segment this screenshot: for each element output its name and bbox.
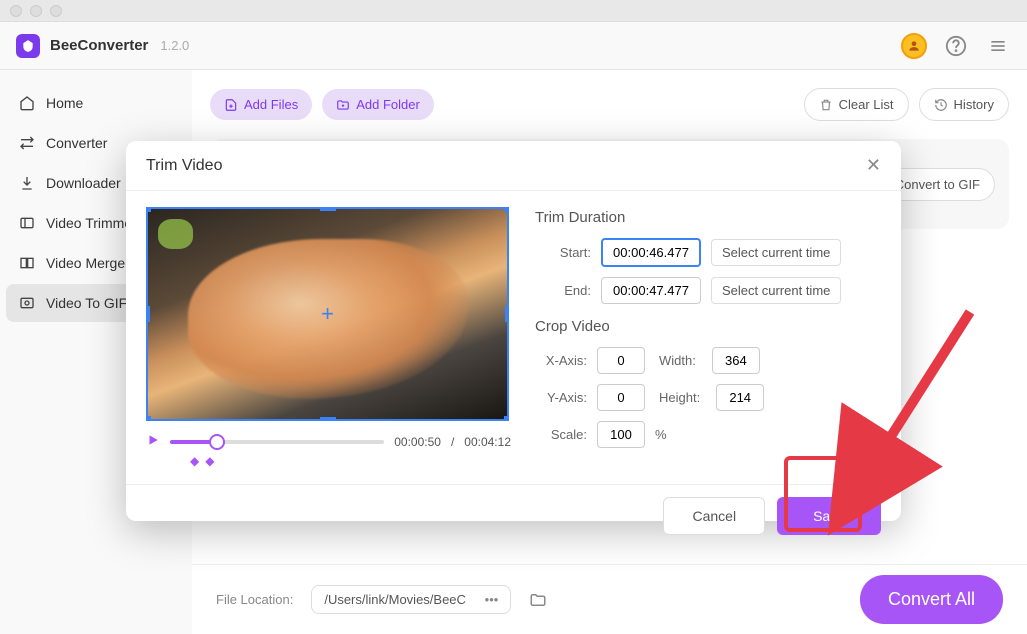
crop-handle-right[interactable] <box>505 306 509 322</box>
crop-handle-bottom[interactable] <box>320 417 336 421</box>
sidebar-label: Video Merger <box>46 255 130 271</box>
sidebar-label: Video To GIF <box>46 295 127 311</box>
start-time-input[interactable] <box>601 238 701 267</box>
video-crop-frame[interactable]: + <box>146 207 509 421</box>
clear-list-button[interactable]: Clear List <box>804 88 909 121</box>
percent-label: % <box>655 427 667 442</box>
total-time: 00:04:12 <box>464 435 511 449</box>
file-plus-icon <box>224 98 238 112</box>
trash-icon <box>819 98 833 112</box>
select-end-time-button[interactable]: Select current time <box>711 277 841 304</box>
crop-center-crosshair: + <box>318 304 338 324</box>
merger-icon <box>18 254 36 272</box>
help-icon[interactable] <box>943 33 969 59</box>
mac-titlebar <box>0 0 1027 22</box>
width-label: Width: <box>659 353 696 368</box>
start-label: Start: <box>535 245 591 260</box>
height-label: Height: <box>659 390 700 405</box>
maximize-window[interactable] <box>50 5 62 17</box>
close-modal-button[interactable]: ✕ <box>866 155 881 176</box>
minimize-window[interactable] <box>30 5 42 17</box>
cancel-button[interactable]: Cancel <box>663 497 765 535</box>
sidebar-label: Home <box>46 95 83 111</box>
app-version: 1.2.0 <box>160 38 189 53</box>
crop-handle-left[interactable] <box>146 306 150 322</box>
history-button[interactable]: History <box>919 88 1009 121</box>
trim-video-modal: Trim Video ✕ + <box>126 141 901 521</box>
sidebar-label: Converter <box>46 135 107 151</box>
add-folder-button[interactable]: Add Folder <box>322 89 434 120</box>
file-location-label: File Location: <box>216 592 293 607</box>
toolbar: Add Files Add Folder Clear List History <box>210 88 1009 121</box>
gif-icon <box>18 294 36 312</box>
trim-end-marker[interactable]: ◆ <box>205 454 214 468</box>
seek-handle[interactable] <box>209 434 225 450</box>
more-icon[interactable]: ••• <box>485 592 499 607</box>
seek-bar[interactable] <box>170 440 384 444</box>
crop-handle-top[interactable] <box>320 207 336 211</box>
x-axis-input[interactable] <box>597 347 645 374</box>
convert-all-button[interactable]: Convert All <box>860 575 1003 624</box>
scale-label: Scale: <box>535 427 587 442</box>
app-header: BeeConverter 1.2.0 <box>0 22 1027 70</box>
history-icon <box>934 98 948 112</box>
end-label: End: <box>535 283 591 298</box>
add-files-button[interactable]: Add Files <box>210 89 312 120</box>
trimmer-icon <box>18 214 36 232</box>
select-start-time-button[interactable]: Select current time <box>711 239 841 266</box>
x-axis-label: X-Axis: <box>535 353 587 368</box>
app-logo <box>16 34 40 58</box>
play-button[interactable] <box>146 433 160 450</box>
save-button[interactable]: Save <box>777 497 881 535</box>
height-input[interactable] <box>716 384 764 411</box>
scale-input[interactable] <box>597 421 645 448</box>
menu-icon[interactable] <box>985 33 1011 59</box>
end-time-input[interactable] <box>601 277 701 304</box>
footer: File Location: /Users/link/Movies/BeeC •… <box>192 564 1027 634</box>
current-time: 00:00:50 <box>394 435 441 449</box>
file-location-display[interactable]: /Users/link/Movies/BeeC ••• <box>311 585 511 614</box>
width-input[interactable] <box>712 347 760 374</box>
close-window[interactable] <box>10 5 22 17</box>
trim-duration-heading: Trim Duration <box>535 209 881 226</box>
folder-plus-icon <box>336 98 350 112</box>
converter-icon <box>18 134 36 152</box>
sidebar-label: Downloader <box>46 175 121 191</box>
time-separator: / <box>451 435 454 449</box>
y-axis-label: Y-Axis: <box>535 390 587 405</box>
app-name: BeeConverter <box>50 37 148 54</box>
user-avatar[interactable] <box>901 33 927 59</box>
download-icon <box>18 174 36 192</box>
y-axis-input[interactable] <box>597 384 645 411</box>
trim-start-marker[interactable]: ◆ <box>190 454 199 468</box>
crop-video-heading: Crop Video <box>535 318 881 335</box>
sidebar-item-home[interactable]: Home <box>6 84 186 122</box>
home-icon <box>18 94 36 112</box>
open-folder-button[interactable] <box>525 587 551 613</box>
sidebar-label: Video Trimmer <box>46 215 137 231</box>
modal-title: Trim Video <box>146 157 222 175</box>
